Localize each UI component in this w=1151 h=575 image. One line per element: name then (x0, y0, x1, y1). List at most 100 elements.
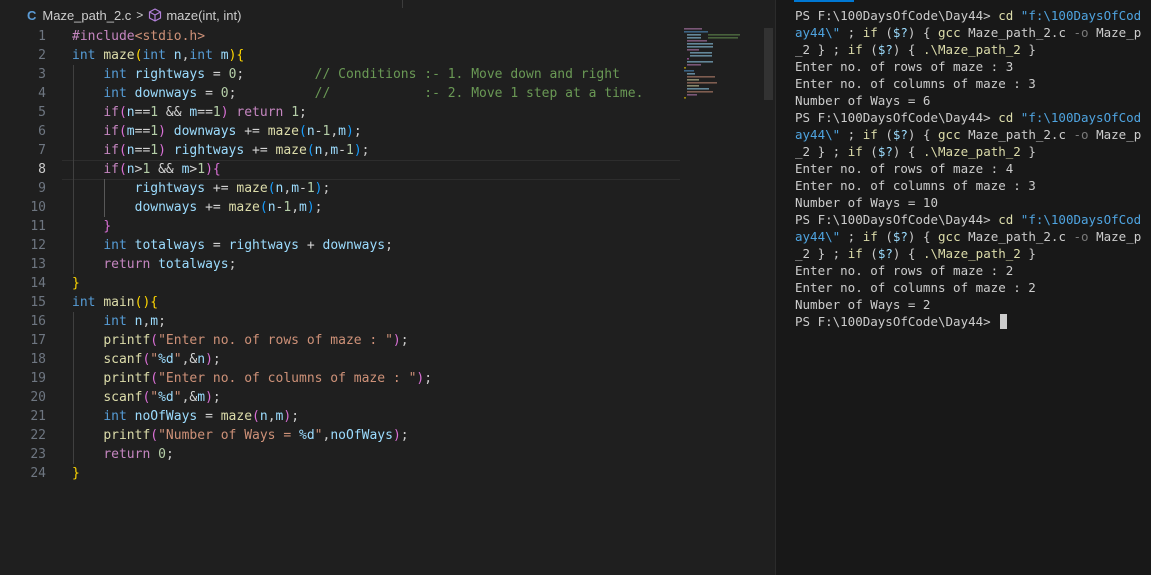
code-token: ; (212, 352, 221, 367)
code-token: ( (150, 333, 159, 348)
code-line[interactable]: 14} (0, 274, 680, 293)
code-line[interactable]: 1 #include<stdio.h> (0, 27, 680, 46)
code-line[interactable]: 9 rightways += maze(n,m-1); (0, 179, 680, 198)
terminal-scrollbar[interactable] (1141, 0, 1151, 575)
code-token: 1 (150, 143, 159, 158)
code-token: int (72, 48, 96, 63)
code-token: - (314, 124, 323, 139)
code-token: printf (103, 371, 151, 386)
terminal-line: Enter no. of columns of maze : 3 (795, 177, 1145, 194)
terminal-token: Enter no. of columns of maze : 3 (795, 76, 1036, 91)
code-line[interactable]: 19 printf("Enter no. of columns of maze … (0, 369, 680, 388)
code-line[interactable]: 13 return totalways; (0, 255, 680, 274)
code-line[interactable]: 20 scanf("%d",&m); (0, 388, 680, 407)
line-number: 11 (30, 219, 46, 234)
code-line[interactable]: 24} (0, 464, 680, 483)
code-text: if(n>1 && m>1){ (72, 160, 220, 179)
code-token: noOfWays (330, 428, 393, 443)
terminal-output[interactable]: PS F:\100DaysOfCode\Day44> cd "f:\100Day… (795, 7, 1151, 330)
editor-scrollbar-thumb[interactable] (764, 28, 773, 100)
code-line[interactable]: 3 int rightways = 0; // Conditions :- 1.… (0, 65, 680, 84)
line-number: 23 (30, 447, 46, 462)
code-text: int rightways = 0; // Conditions :- 1. M… (72, 65, 620, 84)
code-token: rightways (134, 67, 206, 82)
code-token: n (126, 162, 135, 177)
code-token: 1 (306, 181, 315, 196)
terminal-token: -o (1073, 229, 1089, 244)
code-token: { (236, 48, 245, 63)
code-token: 1 (150, 124, 159, 139)
line-number: 5 (38, 105, 46, 120)
code-text: int totalways = rightways + downways; (72, 236, 393, 255)
line-number: 2 (38, 48, 46, 63)
code-token: rightways (134, 181, 206, 196)
code-token: " (173, 390, 182, 405)
code-token: m (220, 48, 229, 63)
code-token: 1 (212, 105, 221, 120)
code-line[interactable]: 11 } (0, 217, 680, 236)
code-text: rightways += maze(n,m-1); (72, 179, 331, 198)
terminal-token: cd (998, 8, 1014, 23)
code-token: if (103, 105, 119, 120)
code-token: + (299, 238, 323, 253)
terminal-line: Enter no. of rows of maze : 2 (795, 262, 1145, 279)
code-token: ) (158, 143, 166, 158)
code-line[interactable]: 15 int main(){ (0, 293, 680, 312)
terminal-token: Number of Ways = 10 (795, 195, 938, 210)
code-token: ) (205, 390, 213, 405)
code-line[interactable]: 6 if(m==1) downways += maze(n-1,m); (0, 122, 680, 141)
code-token: == (197, 105, 213, 120)
code-token: n (267, 200, 276, 215)
code-token: 1 (345, 143, 354, 158)
code-line[interactable]: 16 int n,m; (0, 312, 680, 331)
code-line[interactable]: 22 printf("Number of Ways = %d",noOfWays… (0, 426, 680, 445)
code-line[interactable]: 17 printf("Enter no. of rows of maze : "… (0, 331, 680, 350)
code-text: return totalways; (72, 255, 236, 274)
code-token: 1 (197, 162, 206, 177)
terminal-token: cd (998, 110, 1014, 125)
code-token: ) (353, 143, 362, 158)
code-token: ( (259, 200, 268, 215)
code-token: ; (299, 105, 307, 120)
code-line[interactable]: 23 return 0; (0, 445, 680, 464)
terminal-token: ) { (907, 127, 939, 142)
code-token: , (291, 200, 300, 215)
code-text: #include<stdio.h> (72, 27, 205, 46)
code-line[interactable]: 2 int maze(int n,int m){ (0, 46, 680, 65)
code-token: downways (322, 238, 386, 253)
terminal-panel[interactable]: PS F:\100DaysOfCode\Day44> cd "f:\100Day… (776, 0, 1151, 575)
code-line[interactable]: 21 int noOfWays = maze(n,m); (0, 407, 680, 426)
code-text: printf("Enter no. of columns of maze : "… (72, 369, 432, 388)
minimap[interactable] (684, 28, 740, 106)
code-line[interactable]: 12 int totalways = rightways + downways; (0, 236, 680, 255)
code-line[interactable]: 8 if(n>1 && m>1){ (0, 160, 680, 180)
code-text: scanf("%d",&m); (72, 388, 220, 407)
code-lines[interactable]: 1 #include<stdio.h> 2 int maze(int n,int m)… (0, 27, 680, 483)
code-token: == (134, 124, 151, 139)
code-line[interactable]: 7 if(n==1) rightways += maze(n,m-1); (0, 141, 680, 160)
code-line[interactable]: 4 int downways = 0; // :- 2. Move 1 step… (0, 84, 680, 103)
code-token: n (197, 352, 206, 367)
code-editor[interactable]: C Maze_path_2.c > maze(int, int) 1 #inclu… (0, 0, 775, 575)
terminal-line: Enter no. of rows of maze : 3 (795, 58, 1145, 75)
code-line[interactable]: 18 scanf("%d",&n); (0, 350, 680, 369)
breadcrumb-symbol[interactable]: maze(int, int) (166, 8, 241, 23)
code-token: = (197, 409, 221, 424)
terminal-token: ; (840, 25, 863, 40)
code-token: maze (236, 181, 268, 196)
terminal-token: Maze_path_2.c (960, 127, 1074, 142)
breadcrumb-file[interactable]: Maze_path_2.c (42, 8, 131, 23)
code-line[interactable]: 5 if(n==1 && m==1) return 1; (0, 103, 680, 122)
code-text: printf("Enter no. of rows of maze : "); (72, 331, 408, 350)
code-line[interactable]: 10 downways += maze(n-1,m); (0, 198, 680, 217)
code-token: == (134, 105, 151, 120)
terminal-line: PS F:\100DaysOfCode\Day44> cd "f:\100Day… (795, 7, 1151, 24)
